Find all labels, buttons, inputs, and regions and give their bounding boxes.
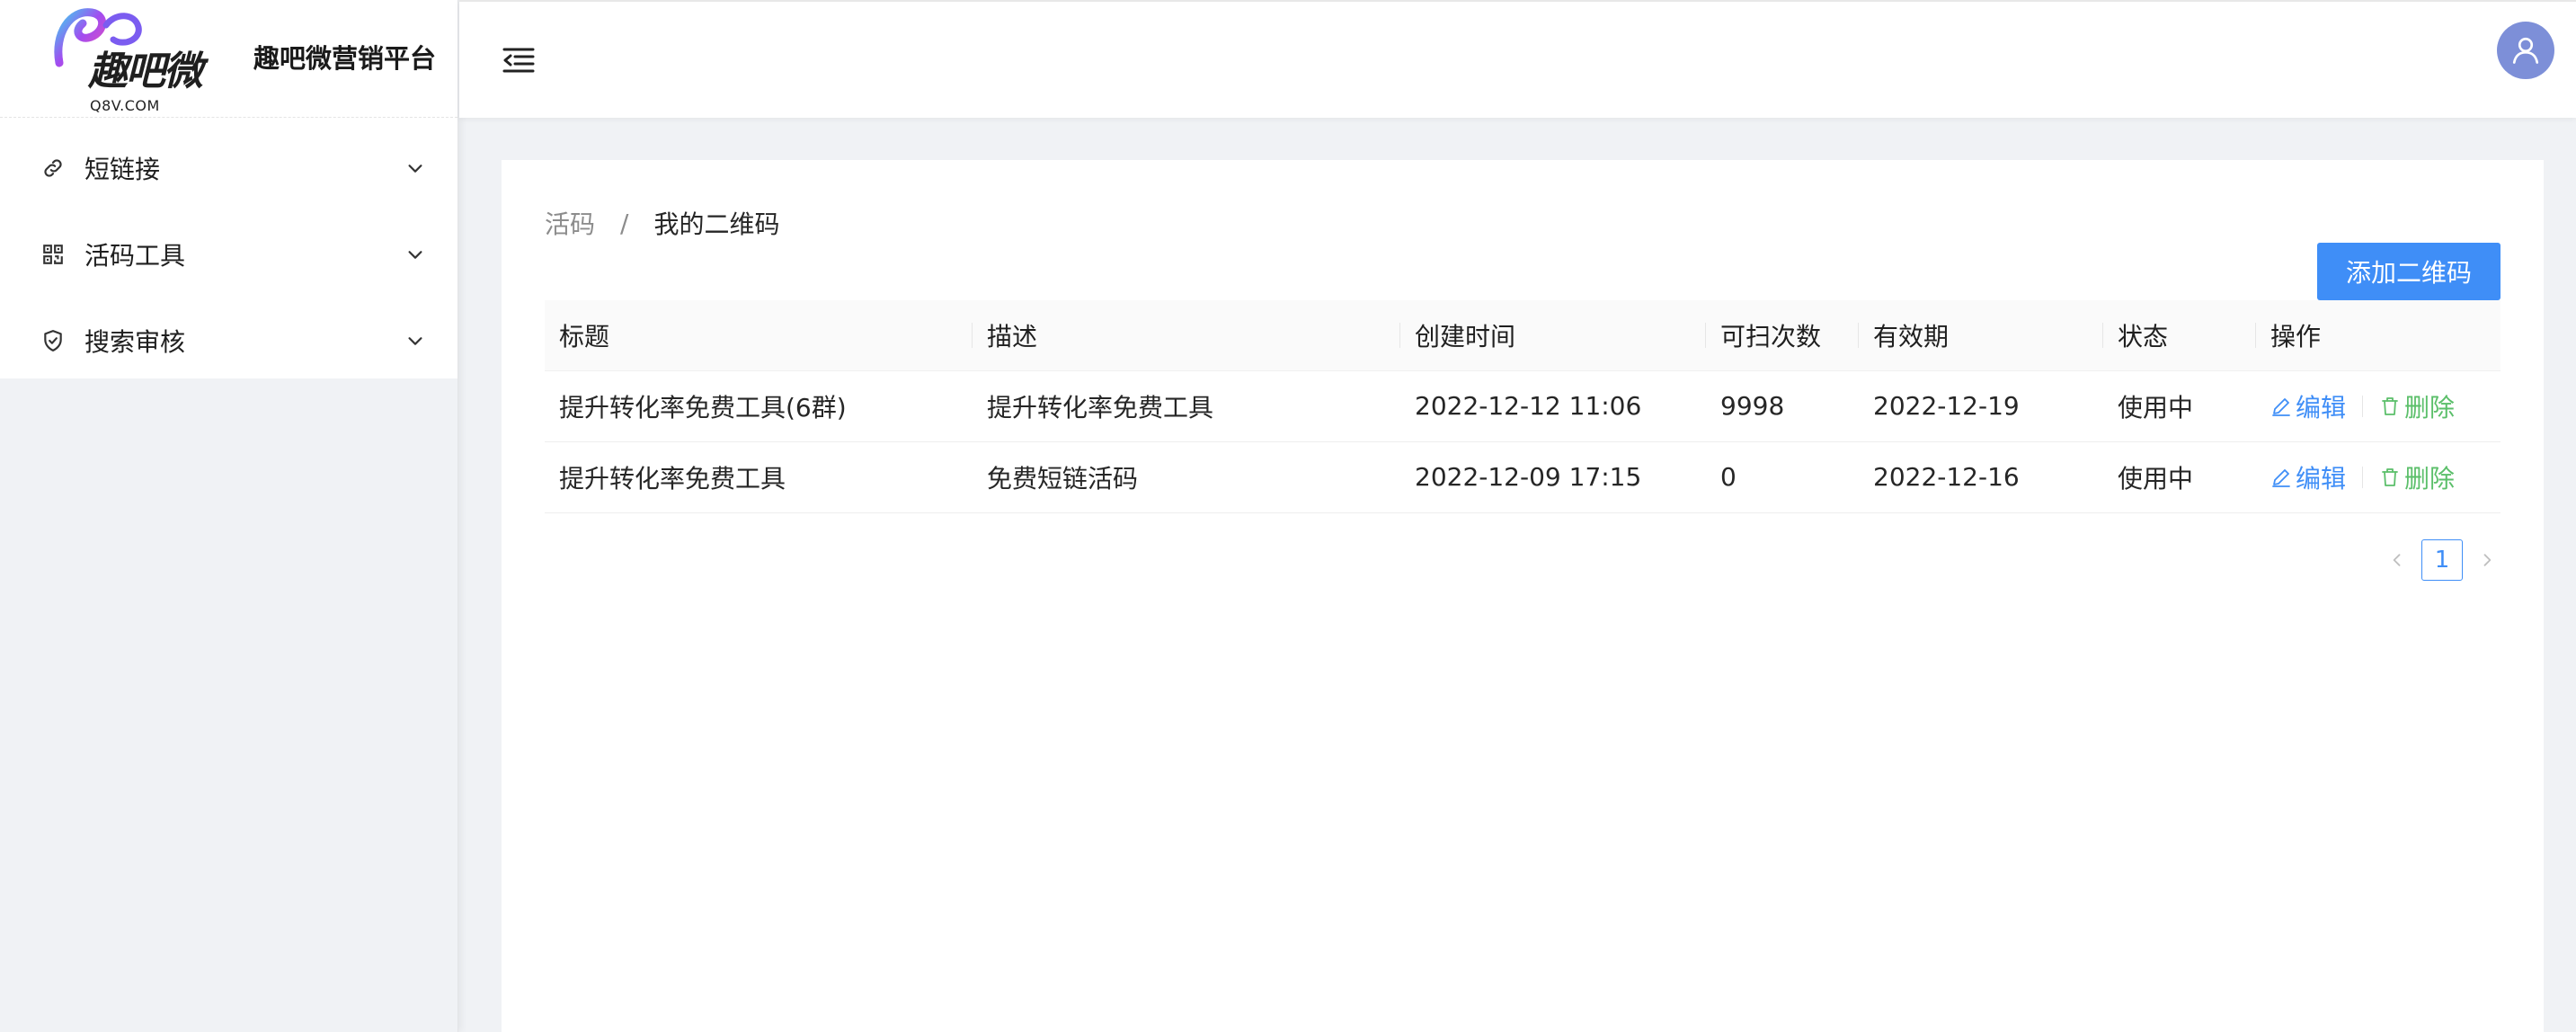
cell-desc: 提升转化率免费工具 <box>973 370 1400 442</box>
edit-label: 编辑 <box>2296 392 2347 423</box>
sidebar-item-qrcode-tools[interactable]: 活码工具 <box>0 211 457 298</box>
user-avatar[interactable] <box>2497 22 2554 79</box>
shield-check-icon <box>40 327 67 354</box>
edit-button[interactable]: 编辑 <box>2270 388 2346 424</box>
delete-label: 删除 <box>2404 463 2456 494</box>
qrcode-table: 标题 描述 创建时间 可扫次数 有效期 状态 操作 提升转化率免费工具(6群) … <box>545 300 2500 513</box>
top-header <box>459 0 2576 118</box>
cell-title: 提升转化率免费工具(6群) <box>545 370 973 442</box>
breadcrumb-parent-link[interactable]: 活码 <box>545 205 595 241</box>
cell-scans: 0 <box>1706 441 1859 513</box>
pagination: 1 <box>2384 539 2500 581</box>
sidebar-item-label: 搜索审核 <box>84 327 186 357</box>
platform-title: 趣吧微营销平台 <box>253 43 437 74</box>
sidebar-item-search-review[interactable]: 搜索审核 <box>0 298 457 384</box>
cell-expiry: 2022-12-19 <box>1859 370 2103 442</box>
delete-label: 删除 <box>2404 392 2456 423</box>
table-row: 提升转化率免费工具(6群) 提升转化率免费工具 2022-12-12 11:06… <box>545 370 2500 442</box>
column-header-created: 创建时间 <box>1400 300 1706 371</box>
table-header-row: 标题 描述 创建时间 可扫次数 有效期 状态 操作 <box>545 300 2500 371</box>
delete-button[interactable]: 删除 <box>2379 459 2455 495</box>
cell-actions: 编辑 删除 <box>2256 441 2500 513</box>
column-header-title: 标题 <box>545 300 973 371</box>
cell-expiry: 2022-12-16 <box>1859 441 2103 513</box>
link-icon <box>40 155 67 182</box>
trash-icon <box>2379 396 2401 417</box>
cell-status: 使用中 <box>2103 441 2256 513</box>
sidebar-item-short-link[interactable]: 短链接 <box>0 125 457 211</box>
breadcrumb-current: 我的二维码 <box>653 209 780 239</box>
sidebar-item-label: 短链接 <box>84 155 161 184</box>
table-row: 提升转化率免费工具 免费短链活码 2022-12-09 17:15 0 2022… <box>545 441 2500 513</box>
column-header-actions: 操作 <box>2256 300 2500 371</box>
column-header-status: 状态 <box>2103 300 2256 371</box>
edit-icon <box>2270 467 2292 488</box>
brand-header: 趣吧微 Q8V.COM 趣吧微营销平台 <box>0 0 457 118</box>
menu-fold-icon[interactable] <box>501 42 537 78</box>
next-page-icon[interactable] <box>2474 547 2500 574</box>
edit-button[interactable]: 编辑 <box>2270 459 2346 495</box>
breadcrumb-separator: / <box>620 208 629 238</box>
delete-button[interactable]: 删除 <box>2379 388 2455 424</box>
column-header-expiry: 有效期 <box>1859 300 2103 371</box>
trash-icon <box>2379 467 2401 488</box>
chevron-down-icon <box>404 329 427 352</box>
breadcrumb: 活码 / 我的二维码 <box>545 205 779 241</box>
content-card: 活码 / 我的二维码 添加二维码 标题 描述 创建时间 可扫次数 有效期 状态 … <box>502 160 2544 1032</box>
chevron-down-icon <box>404 243 427 266</box>
user-icon <box>2512 37 2539 64</box>
cell-scans: 9998 <box>1706 370 1859 442</box>
cell-status: 使用中 <box>2103 370 2256 442</box>
sidebar-item-label: 活码工具 <box>84 241 186 271</box>
action-divider <box>2362 395 2364 417</box>
logo-subtext: Q8V.COM <box>90 97 160 114</box>
logo-text: 趣吧微 <box>88 49 203 94</box>
cell-created: 2022-12-12 11:06 <box>1400 370 1706 442</box>
add-qrcode-button[interactable]: 添加二维码 <box>2317 243 2500 300</box>
edit-icon <box>2270 396 2292 417</box>
logo[interactable]: 趣吧微 Q8V.COM <box>52 7 214 113</box>
sidebar-menu: 短链接 活码工具 搜索审核 <box>0 118 457 378</box>
cell-actions: 编辑 删除 <box>2256 370 2500 442</box>
action-divider <box>2362 466 2364 488</box>
page-number-button[interactable]: 1 <box>2421 539 2463 581</box>
prev-page-icon[interactable] <box>2384 547 2411 574</box>
cell-title: 提升转化率免费工具 <box>545 441 973 513</box>
column-header-scans: 可扫次数 <box>1706 300 1859 371</box>
edit-label: 编辑 <box>2296 463 2347 494</box>
sidebar: 趣吧微 Q8V.COM 趣吧微营销平台 短链接 活码工具 搜索审核 <box>0 0 458 1032</box>
column-header-desc: 描述 <box>973 300 1400 371</box>
chevron-down-icon <box>404 156 427 180</box>
cell-desc: 免费短链活码 <box>973 441 1400 513</box>
cell-created: 2022-12-09 17:15 <box>1400 441 1706 513</box>
qrcode-icon <box>40 241 67 268</box>
